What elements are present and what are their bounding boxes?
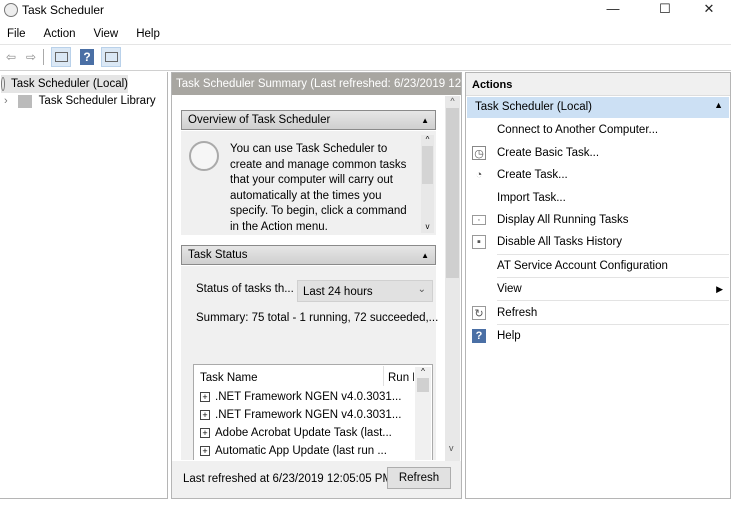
show-hide-action-pane-icon[interactable] — [101, 47, 121, 67]
menu-view[interactable]: View — [94, 28, 119, 40]
summary-header: Task Scheduler Summary (Last refreshed: … — [172, 73, 461, 95]
action-refresh[interactable]: ↻ Refresh — [467, 302, 729, 324]
action-disable-history[interactable]: ▪ Disable All Tasks History — [467, 231, 729, 253]
app-clock-icon — [4, 3, 18, 17]
column-task-name[interactable]: Task Name — [200, 372, 258, 384]
overview-section-header[interactable]: Overview of Task Scheduler ▲ — [181, 110, 436, 130]
folder-clock-icon — [17, 94, 32, 108]
column-run-result[interactable]: Run R — [388, 372, 414, 384]
console-tree — [0, 72, 168, 499]
create-task-icon: ◔ — [475, 169, 483, 181]
status-filter-label: Status of tasks th... — [196, 283, 294, 295]
menu-bar: File Action View Help — [7, 28, 178, 40]
summary-scrollbar[interactable]: ^ — [445, 96, 460, 461]
status-summary: Summary: 75 total - 1 running, 72 succee… — [196, 312, 439, 324]
action-create-task[interactable]: ◔ Create Task... — [467, 164, 729, 186]
status-filter-dropdown[interactable]: Last 24 hours ⌄ — [297, 280, 433, 302]
forward-arrow-icon[interactable]: ⇨ — [21, 47, 41, 67]
clock-icon — [1, 77, 6, 91]
scroll-down-icon[interactable]: v — [449, 443, 454, 453]
create-basic-task-icon: ◷ — [472, 146, 486, 160]
expand-plus-icon: + — [200, 428, 210, 438]
menu-help[interactable]: Help — [136, 28, 160, 40]
refresh-button[interactable]: Refresh — [387, 467, 451, 489]
task-row[interactable]: + .NET Framework NGEN v4.0.3031... — [200, 406, 401, 424]
action-import-task[interactable]: Import Task... — [467, 187, 729, 209]
expand-plus-icon: + — [200, 410, 210, 420]
window-title: Task Scheduler — [22, 3, 105, 17]
task-row[interactable]: + Adobe Acrobat Update Task (last... — [200, 424, 392, 442]
action-help[interactable]: ? Help — [467, 325, 729, 347]
action-at-service-config[interactable]: AT Service Account Configuration — [467, 255, 729, 277]
chevron-down-icon: ⌄ — [417, 284, 426, 295]
task-row[interactable]: + Automatic App Update (last run ... — [200, 442, 387, 460]
task-status-section-header[interactable]: Task Status ▲ — [181, 245, 436, 265]
task-row[interactable]: + .NET Framework NGEN v4.0.3031... — [200, 388, 401, 406]
refresh-icon: ↻ — [472, 306, 486, 320]
actions-section-task-scheduler-local[interactable]: Task Scheduler (Local) ▲ — [467, 97, 729, 118]
action-connect[interactable]: Connect to Another Computer... — [467, 119, 729, 141]
collapse-icon: ▲ — [421, 116, 429, 125]
help-icon: ? — [472, 329, 486, 343]
menu-action[interactable]: Action — [44, 28, 76, 40]
help-icon[interactable]: ? — [80, 49, 94, 65]
close-button[interactable]: ✕ — [686, 0, 731, 22]
last-refreshed-text: Last refreshed at 6/23/2019 12:05:05 PM — [183, 473, 393, 485]
back-arrow-icon[interactable]: ⇦ — [1, 47, 21, 67]
clock-icon — [189, 141, 219, 171]
running-tasks-icon: · — [472, 214, 486, 226]
actions-header: Actions — [466, 73, 730, 96]
submenu-arrow-icon: ▶ — [716, 283, 723, 294]
show-hide-console-tree-icon[interactable] — [51, 47, 71, 67]
maximize-button[interactable]: ☐ — [642, 0, 688, 22]
expand-chevron-icon[interactable]: › — [4, 95, 8, 107]
overview-text: You can use Task Scheduler to create and… — [230, 143, 407, 233]
expand-plus-icon: + — [200, 446, 210, 456]
collapse-icon: ▲ — [421, 251, 429, 260]
collapse-icon: ▲ — [714, 100, 723, 110]
action-view[interactable]: View ▶ — [467, 278, 729, 300]
action-create-basic-task[interactable]: ◷ Create Basic Task... — [467, 142, 729, 164]
expand-plus-icon: + — [200, 392, 210, 402]
overview-scrollbar[interactable]: ^ v — [421, 135, 434, 233]
tree-item-task-scheduler-local[interactable]: Task Scheduler (Local) — [1, 75, 128, 93]
action-display-running[interactable]: · Display All Running Tasks — [467, 209, 729, 231]
minimize-button[interactable]: — — [590, 0, 636, 22]
history-icon: ▪ — [472, 235, 486, 249]
menu-file[interactable]: File — [7, 28, 26, 40]
task-list-scrollbar[interactable]: ^ — [415, 367, 431, 460]
tree-item-task-scheduler-library[interactable]: › Task Scheduler Library — [4, 92, 156, 110]
